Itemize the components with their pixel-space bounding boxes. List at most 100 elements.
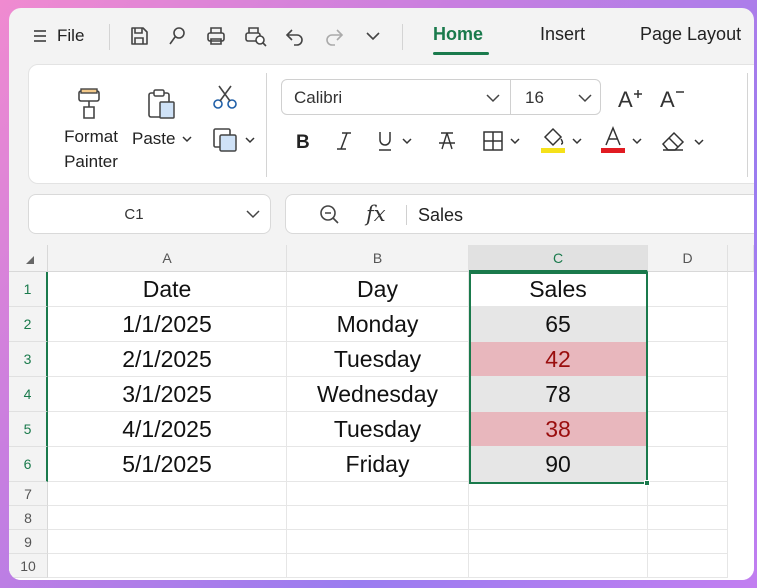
row-header-4[interactable]: 4	[9, 377, 48, 412]
font-color-button[interactable]	[599, 125, 647, 160]
cell-d1[interactable]	[648, 272, 728, 307]
font-name-dropdown[interactable]: Calibri	[294, 88, 342, 108]
zoom-out-icon[interactable]	[318, 203, 342, 227]
cell-a8[interactable]	[48, 506, 287, 530]
cell-b10[interactable]	[287, 554, 469, 578]
cell-c5[interactable]: 38	[469, 412, 648, 447]
spreadsheet-grid: A B C D 1 2 3 4 5 6 7 8 9 10 Date Day Sa…	[9, 245, 754, 580]
quick-access-more-button[interactable]	[360, 22, 386, 50]
cell-d2[interactable]	[648, 307, 728, 342]
draw-button[interactable]	[163, 22, 191, 50]
save-button[interactable]	[125, 22, 153, 50]
cell-b4[interactable]: Wednesday	[287, 377, 469, 412]
cell-a10[interactable]	[48, 554, 287, 578]
column-header-e[interactable]	[728, 245, 754, 272]
chevron-down-icon[interactable]	[578, 92, 592, 104]
formula-input[interactable]: Sales	[418, 205, 463, 226]
column-header-a[interactable]: A	[48, 245, 287, 272]
row-header-2[interactable]: 2	[9, 307, 48, 342]
font-selector: Calibri 16	[281, 79, 601, 115]
cell-b5[interactable]: Tuesday	[287, 412, 469, 447]
strikethrough-button[interactable]	[435, 129, 459, 158]
cell-a2[interactable]: 1/1/2025	[48, 307, 287, 342]
cell-c9[interactable]	[469, 530, 648, 554]
chevron-down-icon[interactable]	[486, 92, 500, 104]
column-header-b[interactable]: B	[287, 245, 469, 272]
function-button[interactable]: fx	[366, 202, 386, 226]
menu-divider	[109, 24, 110, 50]
format-painter-button[interactable]	[73, 87, 105, 126]
align-button[interactable]	[753, 87, 754, 112]
borders-button[interactable]	[481, 129, 525, 158]
column-header-c[interactable]: C	[469, 245, 648, 272]
bold-button[interactable]: B	[291, 129, 315, 158]
cell-c3[interactable]: 42	[469, 342, 648, 377]
clear-format-button[interactable]	[659, 127, 709, 160]
cell-d5[interactable]	[648, 412, 728, 447]
paste-button[interactable]	[145, 87, 179, 126]
tab-home[interactable]: Home	[433, 24, 483, 50]
paste-menu[interactable]: Paste	[132, 127, 198, 151]
cell-c2[interactable]: 65	[469, 307, 648, 342]
cell-d3[interactable]	[648, 342, 728, 377]
row-header-5[interactable]: 5	[9, 412, 48, 447]
cell-b1[interactable]: Day	[287, 272, 469, 307]
row-header-9[interactable]: 9	[9, 530, 48, 554]
cell-c6[interactable]: 90	[469, 447, 648, 482]
cell-a3[interactable]: 2/1/2025	[48, 342, 287, 377]
cell-a6[interactable]: 5/1/2025	[48, 447, 287, 482]
cell-c8[interactable]	[469, 506, 648, 530]
cell-d7[interactable]	[648, 482, 728, 506]
cell-c10[interactable]	[469, 554, 648, 578]
cell-d6[interactable]	[648, 447, 728, 482]
row-header-7[interactable]: 7	[9, 482, 48, 506]
file-menu[interactable]: File	[33, 22, 84, 50]
cell-a4[interactable]: 3/1/2025	[48, 377, 287, 412]
cell-a9[interactable]	[48, 530, 287, 554]
cell-d4[interactable]	[648, 377, 728, 412]
cell-b9[interactable]	[287, 530, 469, 554]
cell-b3[interactable]: Tuesday	[287, 342, 469, 377]
cell-c7[interactable]	[469, 482, 648, 506]
tab-insert[interactable]: Insert	[540, 24, 585, 50]
decrease-font-size-button[interactable]: A	[659, 85, 687, 116]
hamburger-icon	[34, 30, 46, 42]
chevron-down-icon[interactable]	[246, 208, 260, 220]
undo-button[interactable]	[281, 22, 309, 50]
ribbon: Format Painter Paste Calibri 16 A A B	[28, 64, 754, 184]
cell-b2[interactable]: Monday	[287, 307, 469, 342]
cell-a7[interactable]	[48, 482, 287, 506]
cell-b6[interactable]: Friday	[287, 447, 469, 482]
cell-d10[interactable]	[648, 554, 728, 578]
cell-d9[interactable]	[648, 530, 728, 554]
underline-button[interactable]	[375, 129, 415, 158]
column-header-d[interactable]: D	[648, 245, 728, 272]
increase-font-size-button[interactable]: A	[617, 85, 645, 116]
fill-color-button[interactable]	[539, 125, 587, 160]
row-header-6[interactable]: 6	[9, 447, 48, 482]
cell-a1[interactable]: Date	[48, 272, 287, 307]
name-box[interactable]: C1	[28, 194, 271, 234]
indent-button[interactable]	[753, 133, 754, 158]
print-button[interactable]	[202, 22, 230, 50]
row-header-3[interactable]: 3	[9, 342, 48, 377]
copy-button[interactable]	[212, 127, 258, 158]
italic-button[interactable]	[332, 129, 356, 158]
spreadsheet-window: File Home Insert Page Layout Format Pain…	[9, 8, 754, 580]
cut-button[interactable]	[211, 83, 239, 116]
select-all-corner[interactable]	[9, 245, 48, 272]
print-preview-button[interactable]	[242, 22, 270, 50]
cell-c4[interactable]: 78	[469, 377, 648, 412]
cell-b7[interactable]	[287, 482, 469, 506]
cell-d8[interactable]	[648, 506, 728, 530]
row-header-8[interactable]: 8	[9, 506, 48, 530]
row-header-10[interactable]: 10	[9, 554, 48, 578]
cell-c1[interactable]: Sales	[469, 272, 648, 307]
tab-page-layout[interactable]: Page Layout	[640, 24, 741, 50]
font-size-dropdown[interactable]: 16	[525, 88, 544, 108]
redo-button[interactable]	[320, 22, 348, 50]
cell-b8[interactable]	[287, 506, 469, 530]
cell-a5[interactable]: 4/1/2025	[48, 412, 287, 447]
fill-handle[interactable]	[644, 480, 650, 486]
row-header-1[interactable]: 1	[9, 272, 48, 307]
